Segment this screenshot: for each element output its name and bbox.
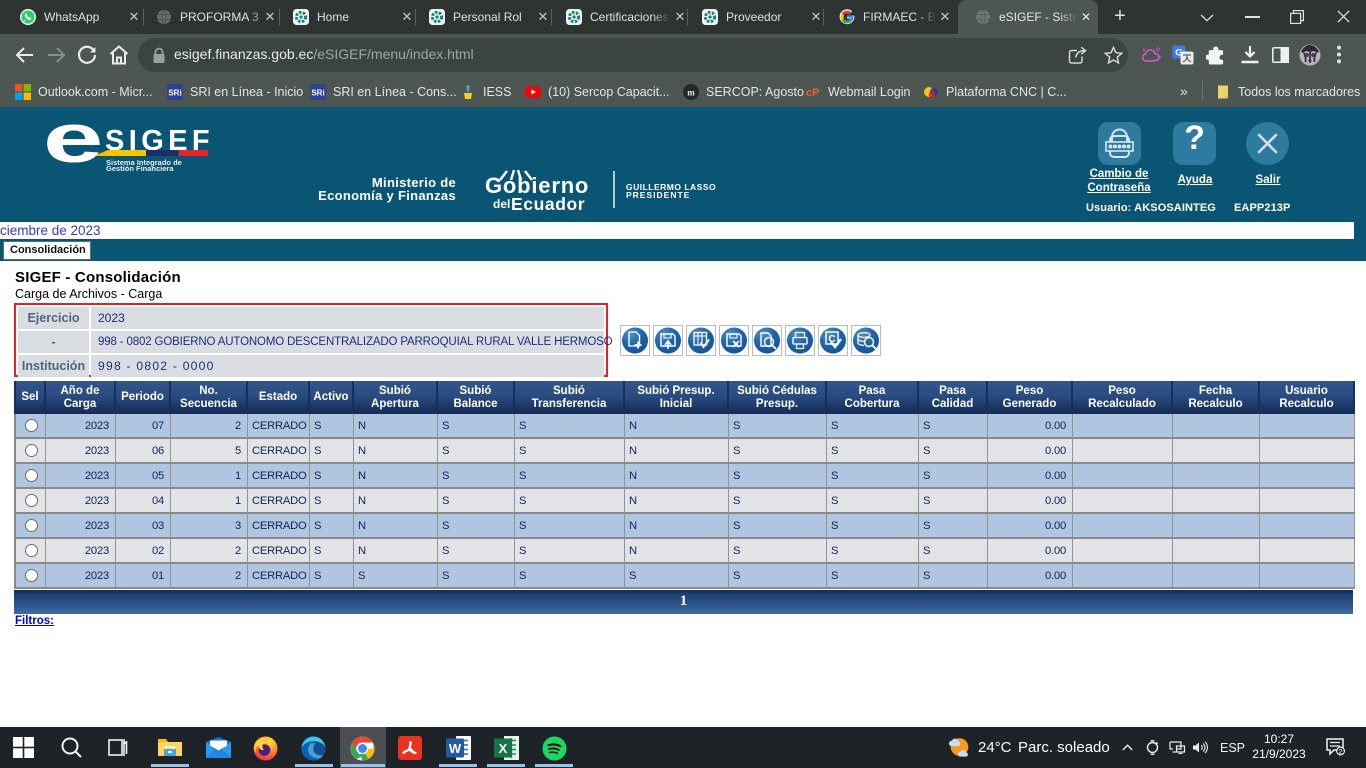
- svg-text:SRi: SRi: [168, 88, 181, 97]
- svg-text:2: 2: [1338, 747, 1342, 756]
- svg-text:m: m: [687, 87, 695, 97]
- svg-text:X: X: [499, 741, 508, 756]
- svg-text:SRi: SRi: [311, 88, 324, 97]
- svg-text:W: W: [449, 741, 462, 756]
- svg-text:cP: cP: [806, 87, 819, 99]
